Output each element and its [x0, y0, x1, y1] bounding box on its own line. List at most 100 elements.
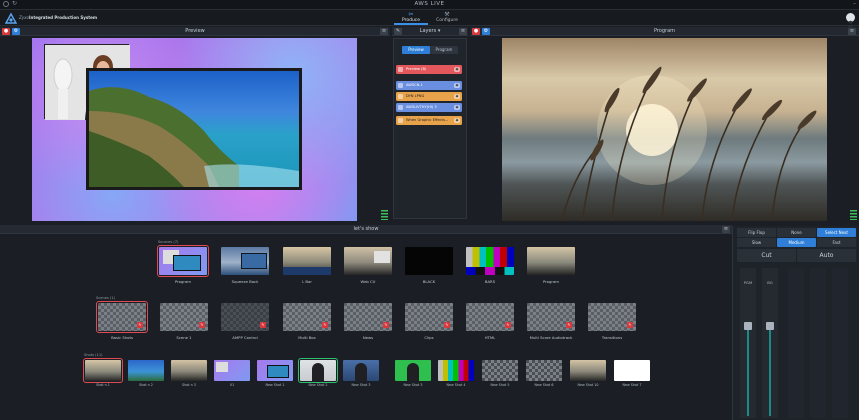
- minimize-icon[interactable]: –: [853, 0, 856, 7]
- program-record-button[interactable]: ●: [472, 28, 480, 35]
- edit-icon[interactable]: ✎: [627, 322, 633, 328]
- layer-item[interactable]: DYN LPNG ◉: [396, 92, 462, 101]
- shot-thumb[interactable]: [526, 360, 562, 381]
- scene-thumb[interactable]: ✎: [221, 303, 269, 331]
- shot-label: Shot n 2: [139, 383, 153, 387]
- user-avatar-icon[interactable]: [846, 13, 855, 27]
- auto-button[interactable]: Auto: [797, 249, 856, 262]
- shot-label: New Shot 7: [622, 383, 642, 387]
- source-thumb[interactable]: [283, 247, 331, 275]
- source-thumb[interactable]: [405, 247, 453, 275]
- aux-fader[interactable]: [788, 268, 804, 418]
- layer-label: AWSLIVTHY(HI) 3: [406, 105, 437, 109]
- cut-button[interactable]: Cut: [737, 249, 796, 262]
- brand-logo: [4, 11, 18, 25]
- speed-fast-button[interactable]: Fast: [817, 238, 856, 247]
- shot-thumb[interactable]: [257, 360, 293, 381]
- layers-divider-label: ·: [428, 75, 430, 79]
- layer-item[interactable]: Preview (B) ◉: [396, 65, 462, 74]
- layer-item[interactable]: AWSLIVTHY(HI) 3 ◉: [396, 103, 462, 112]
- source-thumb[interactable]: [157, 245, 209, 277]
- scene-thumb[interactable]: ✎: [160, 303, 208, 331]
- bg-fader-handle[interactable]: [766, 322, 774, 330]
- program-settings-button[interactable]: ⚙: [482, 28, 490, 35]
- source-thumb[interactable]: [466, 247, 514, 275]
- speed-slow-button[interactable]: Slow: [737, 238, 776, 247]
- program-menu-button[interactable]: ≡: [848, 28, 856, 35]
- chevron-down-icon[interactable]: ▾: [438, 28, 441, 34]
- layers-program-toggle[interactable]: Program: [430, 46, 458, 54]
- edit-icon[interactable]: ✎: [383, 322, 389, 328]
- preview-menu-button[interactable]: ≡: [380, 28, 388, 35]
- preview-header: Preview: [0, 27, 390, 36]
- shot-thumb[interactable]: [128, 360, 164, 381]
- aux-fader[interactable]: [832, 268, 848, 418]
- mode-flip-flop-button[interactable]: Flip Flop: [737, 228, 776, 237]
- bg-fader-label: BG: [767, 280, 773, 285]
- eye-icon[interactable]: ◉: [454, 118, 460, 123]
- layers-title: Layers: [419, 28, 437, 34]
- eye-icon[interactable]: ◉: [454, 83, 460, 88]
- show-title: let's show: [353, 226, 379, 232]
- tab-produce[interactable]: ✂ Produce: [394, 11, 428, 25]
- source-thumb[interactable]: [527, 247, 575, 275]
- scene-thumb[interactable]: ✎: [405, 303, 453, 331]
- preview-record-button[interactable]: ●: [2, 28, 10, 35]
- shot-thumb[interactable]: [298, 358, 338, 383]
- edit-icon[interactable]: ✎: [566, 322, 572, 328]
- shot-thumb[interactable]: [570, 360, 606, 381]
- edit-icon[interactable]: ✎: [322, 322, 328, 328]
- pgm-fader-handle[interactable]: [744, 322, 752, 330]
- shot-thumb[interactable]: [482, 360, 518, 381]
- edit-icon[interactable]: ✎: [260, 322, 266, 328]
- shot-thumb[interactable]: [395, 360, 431, 381]
- shot-thumb[interactable]: [214, 360, 250, 381]
- scene-thumb[interactable]: ✎: [588, 303, 636, 331]
- layers-menu-button[interactable]: ≡: [459, 28, 467, 35]
- preview-title: Preview: [185, 28, 205, 34]
- thumb-overlay: [241, 253, 267, 269]
- scene-thumb[interactable]: ✎: [527, 303, 575, 331]
- edit-icon[interactable]: ✎: [505, 322, 511, 328]
- preview-settings-button[interactable]: ⚙: [12, 28, 20, 35]
- scene-thumb[interactable]: ✎: [344, 303, 392, 331]
- scene-thumb[interactable]: ✎: [283, 303, 331, 331]
- show-menu-button[interactable]: ≡: [722, 226, 730, 233]
- source-thumb[interactable]: [221, 247, 269, 275]
- shot-thumb[interactable]: [171, 360, 207, 381]
- layer-thumb-icon: [398, 83, 403, 88]
- scene-label: Multi Score Audiotrack: [529, 335, 573, 340]
- shot-label: New Shot 2: [308, 383, 328, 387]
- speed-medium-button[interactable]: Medium: [777, 238, 816, 247]
- thumb-overlay: [312, 363, 324, 381]
- scene-thumb[interactable]: ✎: [96, 301, 148, 333]
- edit-icon[interactable]: ✎: [444, 322, 450, 328]
- eye-icon[interactable]: ◉: [454, 67, 460, 72]
- scene-thumb[interactable]: ✎: [466, 303, 514, 331]
- layers-edit-button[interactable]: ✎: [394, 28, 402, 35]
- edit-icon[interactable]: ✎: [199, 322, 205, 328]
- shot-thumb[interactable]: [343, 360, 379, 381]
- window-title-bar: ↻ AWS LIVE –: [0, 0, 859, 10]
- shot-thumb[interactable]: [614, 360, 650, 381]
- mode-select-next-button[interactable]: Select Next: [817, 228, 856, 237]
- preview-audio-meter-icon: [381, 210, 388, 220]
- shot-thumb[interactable]: [438, 360, 474, 381]
- source-thumb[interactable]: [344, 247, 392, 275]
- layers-header: Layers ▾: [392, 27, 468, 36]
- layer-item[interactable]: AWSCN-1 ◉: [396, 81, 462, 90]
- program-monitor[interactable]: [502, 38, 827, 221]
- preview-monitor[interactable]: [32, 38, 357, 221]
- aux-fader[interactable]: [810, 268, 826, 418]
- app-title: AWS LIVE: [414, 1, 445, 7]
- eye-icon[interactable]: ◉: [454, 94, 460, 99]
- tab-configure[interactable]: ⚒ Configure: [430, 11, 464, 25]
- edit-icon[interactable]: ✎: [137, 322, 143, 328]
- shot-thumb[interactable]: [83, 358, 123, 383]
- scene-label: HTML: [484, 335, 496, 340]
- eye-icon[interactable]: ◉: [454, 105, 460, 110]
- layer-item[interactable]: When Graphic Effects... ◉: [396, 116, 462, 125]
- layers-preview-toggle[interactable]: Preview: [402, 46, 430, 54]
- mode-none-button[interactable]: None: [777, 228, 816, 237]
- shot-label: Shot n 3: [182, 383, 196, 387]
